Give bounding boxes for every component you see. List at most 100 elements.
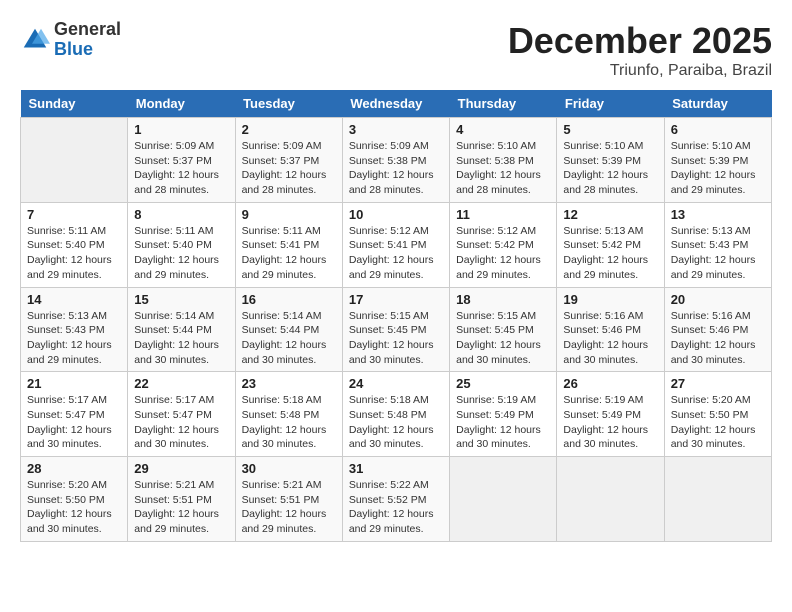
calendar-cell: 21Sunrise: 5:17 AM Sunset: 5:47 PM Dayli… bbox=[21, 372, 128, 457]
day-info: Sunrise: 5:12 AM Sunset: 5:41 PM Dayligh… bbox=[349, 224, 443, 283]
day-info: Sunrise: 5:20 AM Sunset: 5:50 PM Dayligh… bbox=[671, 393, 765, 452]
day-info: Sunrise: 5:17 AM Sunset: 5:47 PM Dayligh… bbox=[134, 393, 228, 452]
calendar-cell: 24 Sunrise: 5:18 AM Sunset: 5:48 PM Dayli… bbox=[342, 372, 449, 457]
calendar-body: 1Sunrise: 5:09 AM Sunset: 5:37 PM Daylig… bbox=[21, 118, 772, 542]
calendar-week-2: 7 Sunrise: 5:11 AM Sunset: 5:40 PM Daylig… bbox=[21, 202, 772, 287]
calendar-week-4: 21 Sunrise: 5:17 AM Sunset: 5:47 PM Dayli… bbox=[21, 372, 772, 457]
day-number: 13 bbox=[671, 207, 765, 222]
day-info: Sunrise: 5:11 AM Sunset: 5:41 PM Dayligh… bbox=[242, 224, 336, 283]
calendar-cell bbox=[450, 457, 557, 542]
calendar-cell: 27 Sunrise: 5:20 AM Sunset: 5:50 PM Dayli… bbox=[664, 372, 771, 457]
weekday-header-row: SundayMondayTuesdayWednesdayThursdayFrid… bbox=[21, 90, 772, 118]
calendar-cell: 18 Sunrise: 5:15 AM Sunset: 5:45 PM Dayli… bbox=[450, 287, 557, 372]
day-info: Sunrise: 5:13 AM Sunset: 5:42 PM Dayligh… bbox=[563, 224, 657, 283]
day-info: Sunrise: 5:12 AM Sunset: 5:42 PM Dayligh… bbox=[456, 224, 550, 283]
calendar-cell: 7 Sunrise: 5:11 AM Sunset: 5:40 PM Daylig… bbox=[21, 202, 128, 287]
day-number: 31 bbox=[349, 461, 443, 476]
calendar-cell: 17 Sunrise: 5:15 AM Sunset: 5:45 PM Dayli… bbox=[342, 287, 449, 372]
day-info: Sunrise: 5:11 AM Sunset: 5:40 PM Dayligh… bbox=[27, 224, 121, 283]
day-info: Sunrise: 5:16 AM Sunset: 5:46 PM Dayligh… bbox=[563, 309, 657, 368]
day-info: Sunrise: 5:19 AM Sunset: 5:49 PM Dayligh… bbox=[456, 393, 550, 452]
day-info: Sunrise: 5:14 AM Sunset: 5:44 PM Dayligh… bbox=[242, 309, 336, 368]
weekday-header-friday: Friday bbox=[557, 90, 664, 118]
day-number: 24 bbox=[349, 376, 443, 391]
calendar-week-3: 14Sunrise: 5:13 AM Sunset: 5:43 PM Dayli… bbox=[21, 287, 772, 372]
day-number: 26 bbox=[563, 376, 657, 391]
day-number: 23 bbox=[242, 376, 336, 391]
month-title: December 2025 bbox=[508, 20, 772, 62]
day-info: Sunrise: 5:16 AM Sunset: 5:46 PM Dayligh… bbox=[671, 309, 765, 368]
day-info: Sunrise: 5:10 AM Sunset: 5:38 PM Dayligh… bbox=[456, 139, 550, 198]
calendar-cell: 13Sunrise: 5:13 AM Sunset: 5:43 PM Dayli… bbox=[664, 202, 771, 287]
calendar-cell: 2Sunrise: 5:09 AM Sunset: 5:37 PM Daylig… bbox=[235, 118, 342, 203]
day-number: 27 bbox=[671, 376, 765, 391]
calendar-table: SundayMondayTuesdayWednesdayThursdayFrid… bbox=[20, 90, 772, 542]
day-info: Sunrise: 5:15 AM Sunset: 5:45 PM Dayligh… bbox=[349, 309, 443, 368]
logo-text: General Blue bbox=[54, 20, 121, 60]
day-number: 28 bbox=[27, 461, 121, 476]
day-info: Sunrise: 5:09 AM Sunset: 5:37 PM Dayligh… bbox=[242, 139, 336, 198]
weekday-header-tuesday: Tuesday bbox=[235, 90, 342, 118]
logo-icon bbox=[20, 25, 50, 55]
day-number: 21 bbox=[27, 376, 121, 391]
calendar-cell: 10 Sunrise: 5:12 AM Sunset: 5:41 PM Dayli… bbox=[342, 202, 449, 287]
logo-blue-text: Blue bbox=[54, 40, 121, 60]
logo: General Blue bbox=[20, 20, 121, 60]
weekday-header-wednesday: Wednesday bbox=[342, 90, 449, 118]
calendar-cell: 9 Sunrise: 5:11 AM Sunset: 5:41 PM Daylig… bbox=[235, 202, 342, 287]
calendar-cell: 22Sunrise: 5:17 AM Sunset: 5:47 PM Dayli… bbox=[128, 372, 235, 457]
calendar-cell: 19 Sunrise: 5:16 AM Sunset: 5:46 PM Dayli… bbox=[557, 287, 664, 372]
calendar-cell: 23 Sunrise: 5:18 AM Sunset: 5:48 PM Dayli… bbox=[235, 372, 342, 457]
calendar-cell: 12 Sunrise: 5:13 AM Sunset: 5:42 PM Dayli… bbox=[557, 202, 664, 287]
day-info: Sunrise: 5:18 AM Sunset: 5:48 PM Dayligh… bbox=[242, 393, 336, 452]
calendar-cell: 4Sunrise: 5:10 AM Sunset: 5:38 PM Daylig… bbox=[450, 118, 557, 203]
calendar-cell: 28Sunrise: 5:20 AM Sunset: 5:50 PM Dayli… bbox=[21, 457, 128, 542]
day-info: Sunrise: 5:15 AM Sunset: 5:45 PM Dayligh… bbox=[456, 309, 550, 368]
title-section: December 2025 Triunfo, Paraiba, Brazil bbox=[508, 20, 772, 80]
weekday-header-sunday: Sunday bbox=[21, 90, 128, 118]
day-number: 16 bbox=[242, 292, 336, 307]
day-info: Sunrise: 5:13 AM Sunset: 5:43 PM Dayligh… bbox=[27, 309, 121, 368]
day-number: 18 bbox=[456, 292, 550, 307]
day-info: Sunrise: 5:21 AM Sunset: 5:51 PM Dayligh… bbox=[242, 478, 336, 537]
day-number: 12 bbox=[563, 207, 657, 222]
day-info: Sunrise: 5:10 AM Sunset: 5:39 PM Dayligh… bbox=[671, 139, 765, 198]
calendar-cell: 15Sunrise: 5:14 AM Sunset: 5:44 PM Dayli… bbox=[128, 287, 235, 372]
calendar-cell: 20 Sunrise: 5:16 AM Sunset: 5:46 PM Dayli… bbox=[664, 287, 771, 372]
day-number: 11 bbox=[456, 207, 550, 222]
day-info: Sunrise: 5:09 AM Sunset: 5:37 PM Dayligh… bbox=[134, 139, 228, 198]
calendar-header: SundayMondayTuesdayWednesdayThursdayFrid… bbox=[21, 90, 772, 118]
day-info: Sunrise: 5:21 AM Sunset: 5:51 PM Dayligh… bbox=[134, 478, 228, 537]
calendar-cell: 26 Sunrise: 5:19 AM Sunset: 5:49 PM Dayli… bbox=[557, 372, 664, 457]
day-number: 10 bbox=[349, 207, 443, 222]
day-number: 19 bbox=[563, 292, 657, 307]
calendar-cell: 1Sunrise: 5:09 AM Sunset: 5:37 PM Daylig… bbox=[128, 118, 235, 203]
calendar-week-1: 1Sunrise: 5:09 AM Sunset: 5:37 PM Daylig… bbox=[21, 118, 772, 203]
day-info: Sunrise: 5:09 AM Sunset: 5:38 PM Dayligh… bbox=[349, 139, 443, 198]
calendar-cell: 3Sunrise: 5:09 AM Sunset: 5:38 PM Daylig… bbox=[342, 118, 449, 203]
day-number: 20 bbox=[671, 292, 765, 307]
day-number: 5 bbox=[563, 122, 657, 137]
calendar-cell: 29Sunrise: 5:21 AM Sunset: 5:51 PM Dayli… bbox=[128, 457, 235, 542]
day-info: Sunrise: 5:11 AM Sunset: 5:40 PM Dayligh… bbox=[134, 224, 228, 283]
day-number: 15 bbox=[134, 292, 228, 307]
calendar-cell: 5 Sunrise: 5:10 AM Sunset: 5:39 PM Daylig… bbox=[557, 118, 664, 203]
page-header: General Blue December 2025 Triunfo, Para… bbox=[20, 20, 772, 80]
day-number: 30 bbox=[242, 461, 336, 476]
calendar-cell: 8 Sunrise: 5:11 AM Sunset: 5:40 PM Daylig… bbox=[128, 202, 235, 287]
day-number: 7 bbox=[27, 207, 121, 222]
day-info: Sunrise: 5:19 AM Sunset: 5:49 PM Dayligh… bbox=[563, 393, 657, 452]
day-number: 17 bbox=[349, 292, 443, 307]
weekday-header-monday: Monday bbox=[128, 90, 235, 118]
day-info: Sunrise: 5:18 AM Sunset: 5:48 PM Dayligh… bbox=[349, 393, 443, 452]
day-number: 8 bbox=[134, 207, 228, 222]
day-number: 9 bbox=[242, 207, 336, 222]
calendar-cell: 6Sunrise: 5:10 AM Sunset: 5:39 PM Daylig… bbox=[664, 118, 771, 203]
calendar-cell bbox=[664, 457, 771, 542]
calendar-cell: 25Sunrise: 5:19 AM Sunset: 5:49 PM Dayli… bbox=[450, 372, 557, 457]
day-info: Sunrise: 5:10 AM Sunset: 5:39 PM Dayligh… bbox=[563, 139, 657, 198]
weekday-header-saturday: Saturday bbox=[664, 90, 771, 118]
calendar-cell: 30 Sunrise: 5:21 AM Sunset: 5:51 PM Dayli… bbox=[235, 457, 342, 542]
calendar-cell: 16 Sunrise: 5:14 AM Sunset: 5:44 PM Dayli… bbox=[235, 287, 342, 372]
calendar-cell: 14Sunrise: 5:13 AM Sunset: 5:43 PM Dayli… bbox=[21, 287, 128, 372]
